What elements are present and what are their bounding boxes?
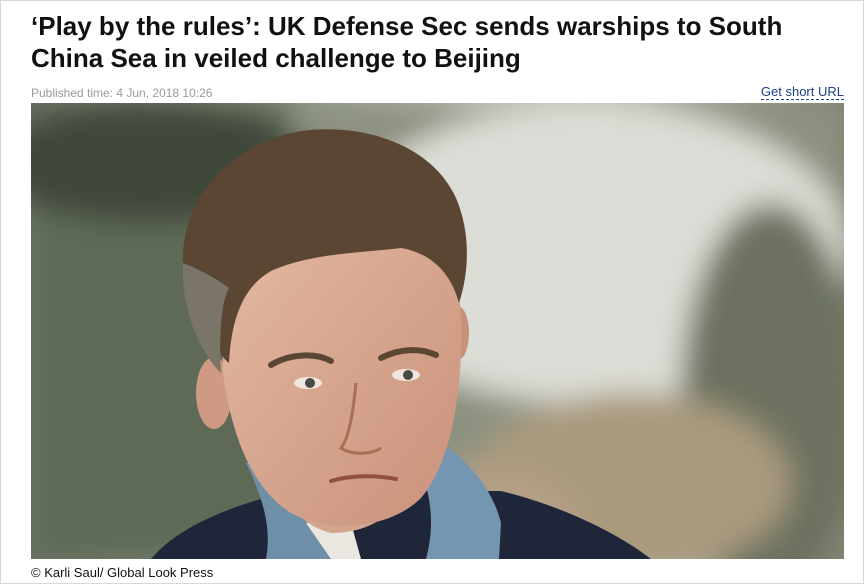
photo-credit: © Karli Saul/ Global Look Press	[31, 565, 214, 580]
article-meta: Published time: 4 Jun, 2018 10:26 Get sh…	[31, 84, 844, 102]
pupil-left	[305, 378, 315, 388]
pupil-right	[403, 370, 413, 380]
get-short-url-link[interactable]: Get short URL	[760, 85, 844, 100]
published-time: Published time: 4 Jun, 2018 10:26	[31, 86, 213, 100]
portrait-illustration	[31, 103, 844, 559]
article-photo	[31, 103, 844, 559]
article-headline: ‘Play by the rules’: UK Defense Sec send…	[31, 11, 783, 73]
